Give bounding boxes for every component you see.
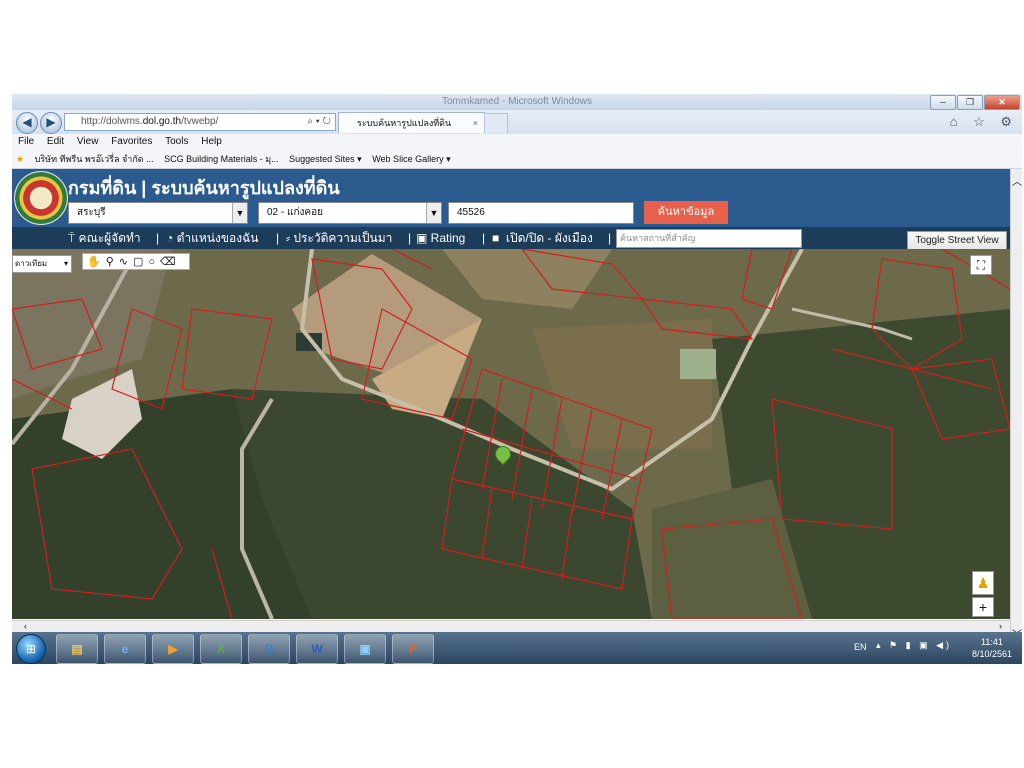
satellite-map[interactable]: ดาวเทียม ▾ ✋⚲∿▢○⌫ ⛶ ♟ + <box>12 249 1010 619</box>
toggle-street-view-button[interactable]: Toggle Street View <box>907 231 1007 251</box>
toolbar-history[interactable]: ⸗ ประวัติความเป็นมา <box>286 227 392 249</box>
tab-close-icon[interactable]: × <box>473 113 478 133</box>
address-bar-icons[interactable]: ⌕ ▾ ↻ <box>307 114 331 130</box>
taskbar-clock[interactable]: 11:41 8/10/2561 <box>972 636 1012 660</box>
input-language[interactable]: EN <box>854 642 867 652</box>
map-layer-select[interactable]: ดาวเทียม ▾ <box>12 255 72 273</box>
menu-file[interactable]: File <box>18 134 34 150</box>
outlook-taskbar-icon[interactable]: O <box>248 634 290 664</box>
explorer-taskbar-icon[interactable]: ▤ <box>56 634 98 664</box>
search-button[interactable]: ค้นหาข้อมูล <box>644 201 728 224</box>
favorites-bar: ★ บริษัท ทีพรีน พรอ๊เว่รี่ล จำกัด ... SC… <box>12 150 1022 169</box>
pegman-icon[interactable]: ♟ <box>972 571 994 595</box>
address-bar[interactable]: http://dolwms.dol.go.th/tvwebp/ ⌕ ▾ ↻ <box>64 113 336 131</box>
menu-favorites[interactable]: Favorites <box>111 134 152 150</box>
scroll-right-icon[interactable]: › <box>999 621 1002 631</box>
screen: Tommkamed - Microsoft Windows ─ ❐ ✕ ◀ ▶ … <box>12 94 1022 664</box>
word-taskbar-icon[interactable]: W <box>296 634 338 664</box>
menu-view[interactable]: View <box>77 134 99 150</box>
toolbar-rating[interactable]: ▣ Rating <box>416 227 465 249</box>
scroll-up-icon[interactable]: ︿ <box>1012 173 1022 188</box>
draw-tools-bar[interactable]: ✋⚲∿▢○⌫ <box>82 253 190 270</box>
new-tab-button[interactable] <box>484 113 508 133</box>
pin-icon[interactable]: ⚲ <box>106 256 119 268</box>
menu-tools[interactable]: Tools <box>165 134 188 150</box>
web-page: กรมที่ดิน | ระบบค้นหารูปแปลงที่ดิน สระบุ… <box>12 169 1010 644</box>
circle-icon[interactable]: ○ <box>148 256 160 268</box>
polyline-icon[interactable]: ∿ <box>119 256 133 268</box>
chevron-down-icon: ▼ <box>426 203 441 223</box>
window-title-bar: Tommkamed - Microsoft Windows ─ ❐ ✕ <box>12 94 1022 110</box>
toolbar-my-location[interactable]: ◔ ตำแหน่งของฉัน <box>166 227 258 249</box>
restore-button[interactable]: ❐ <box>957 95 983 110</box>
parcel-number-input[interactable]: 45526 <box>448 202 634 224</box>
windows-taskbar: ⊞ ▤ e ▶ X O W ▣ P EN ▴ ⚑ ▮ ▣ ◀) 11:41 8/… <box>12 632 1022 664</box>
excel-taskbar-icon[interactable]: X <box>200 634 242 664</box>
province-select[interactable]: สระบุรี ▼ <box>68 202 248 224</box>
favorite-item[interactable]: บริษัท ทีพรีน พรอ๊เว่รี่ล จำกัด ... <box>35 154 154 164</box>
navigation-row: ◀ ▶ http://dolwms.dol.go.th/tvwebp/ ⌕ ▾ … <box>12 110 1022 134</box>
erase-icon[interactable]: ⌫ <box>160 256 181 268</box>
district-select[interactable]: 02 - แก่งคอย ▼ <box>258 202 442 224</box>
menu-bar: File Edit View Favorites Tools Help <box>12 134 1022 150</box>
window-title: Tommkamed - Microsoft Windows <box>442 96 593 107</box>
app-title: กรมที่ดิน | ระบบค้นหารูปแปลงที่ดิน <box>68 178 340 198</box>
favorites-star-icon[interactable]: ★ <box>16 154 24 164</box>
chevron-down-icon: ▾ <box>63 259 68 268</box>
place-search-input[interactable]: ค้นหาสถานที่สำคัญ <box>616 229 802 248</box>
window-controls: ─ ❐ ✕ <box>930 95 1020 110</box>
toolbar-credits[interactable]: ⍑ คณะผู้จัดทำ <box>68 227 141 249</box>
fullscreen-icon[interactable]: ⛶ <box>970 255 992 275</box>
start-button[interactable]: ⊞ <box>16 634 46 664</box>
vertical-scrollbar[interactable]: ︿ ﹀ <box>1010 169 1022 645</box>
favorite-item[interactable]: Web Slice Gallery ▾ <box>372 154 450 164</box>
menu-help[interactable]: Help <box>201 134 222 150</box>
forward-button[interactable]: ▶ <box>40 112 62 134</box>
tab-title: ระบบค้นหารูปแปลงที่ดิน <box>357 118 452 128</box>
hand-pan-icon[interactable]: ✋ <box>87 256 106 268</box>
department-seal-logo <box>14 171 68 225</box>
scroll-left-icon[interactable]: ‹ <box>24 621 27 631</box>
address-url: http://dolwms.dol.go.th/tvwebp/ <box>81 116 219 127</box>
app-header: กรมที่ดิน | ระบบค้นหารูปแปลงที่ดิน สระบุ… <box>12 169 1010 227</box>
internet-explorer-taskbar-icon[interactable]: e <box>104 634 146 664</box>
zoom-in-button[interactable]: + <box>972 597 994 617</box>
tab-active[interactable]: ระบบค้นหารูปแปลงที่ดิน × <box>338 112 485 133</box>
media-player-taskbar-icon[interactable]: ▶ <box>152 634 194 664</box>
browser-right-icons[interactable]: ⌂ ☆ ⚙ <box>950 114 1018 130</box>
rectangle-icon[interactable]: ▢ <box>133 256 148 268</box>
back-button[interactable]: ◀ <box>16 112 38 134</box>
chevron-down-icon: ▼ <box>232 203 247 223</box>
toolbar-town-plan-toggle[interactable]: ■ เปิด/ปิด - ผังเมือง <box>492 227 593 249</box>
system-tray-icons[interactable]: ▴ ⚑ ▮ ▣ ◀) <box>876 640 952 651</box>
favorite-item[interactable]: SCG Building Materials - มุ... <box>164 154 278 164</box>
map-imagery <box>12 249 1010 619</box>
close-window-button[interactable]: ✕ <box>984 95 1020 110</box>
app-toolbar: ⍑ คณะผู้จัดทำ | ◔ ตำแหน่งของฉัน | ⸗ ประว… <box>12 227 1010 249</box>
powerpoint-taskbar-icon[interactable]: P <box>392 634 434 664</box>
menu-edit[interactable]: Edit <box>47 134 64 150</box>
photo-viewer-taskbar-icon[interactable]: ▣ <box>344 634 386 664</box>
minimize-button[interactable]: ─ <box>930 95 956 110</box>
favorite-item[interactable]: Suggested Sites ▾ <box>289 154 362 164</box>
